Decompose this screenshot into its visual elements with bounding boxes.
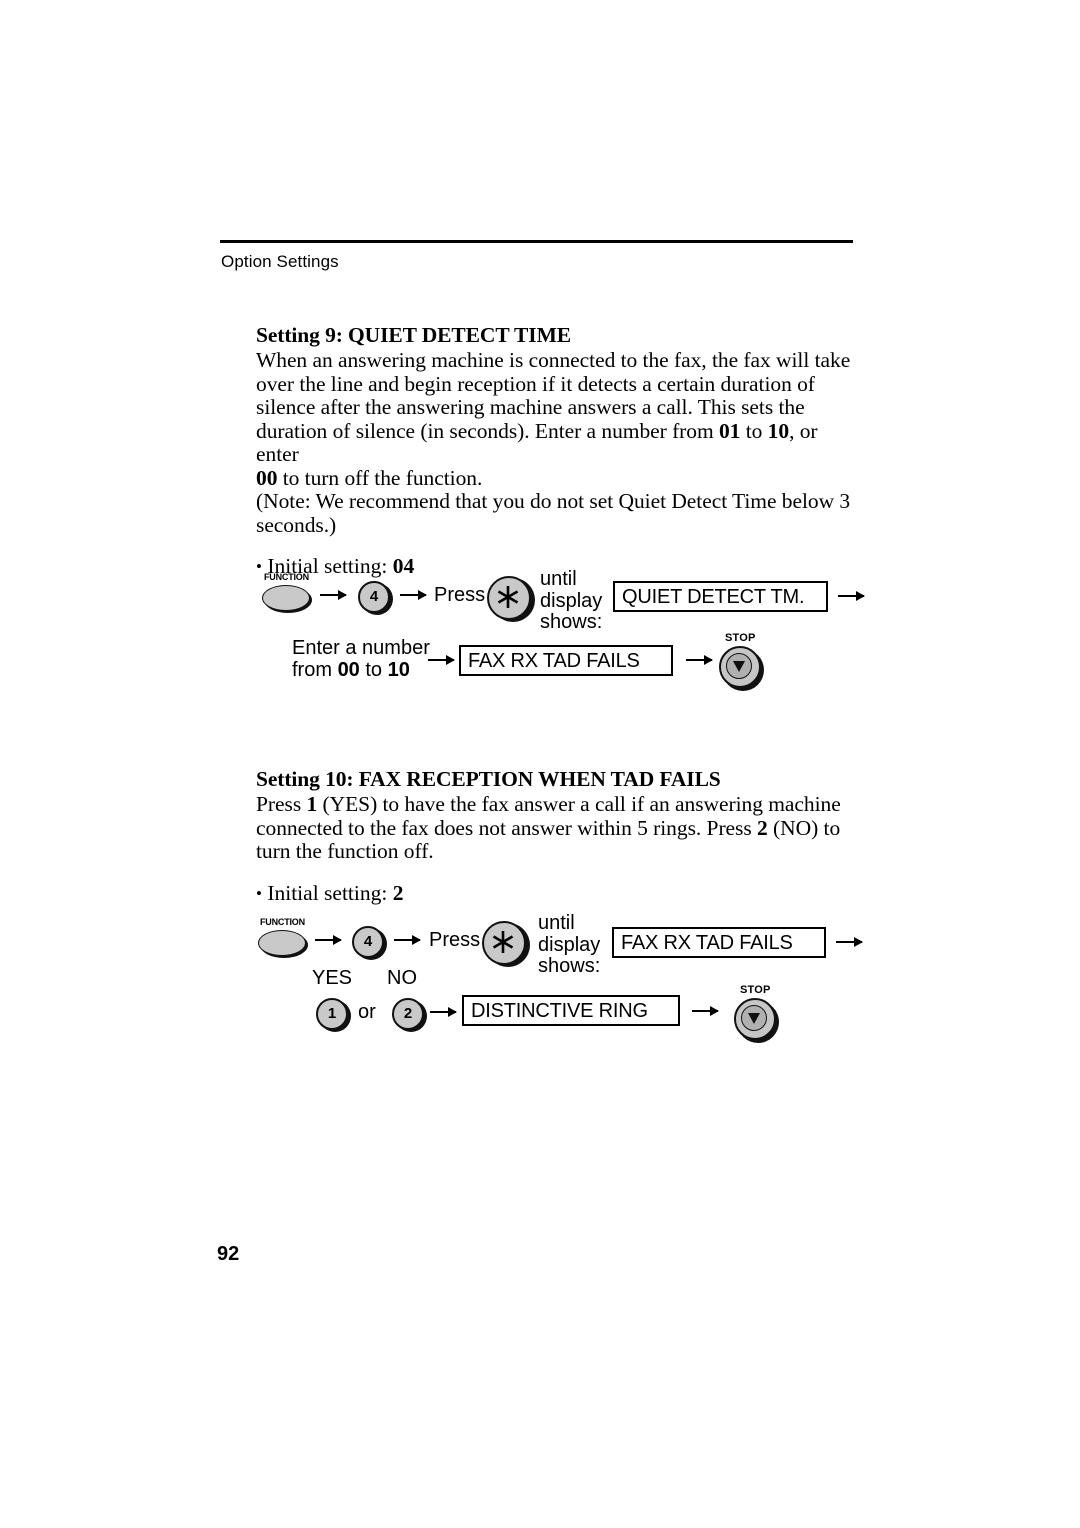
- asterisk-icon: [492, 931, 514, 953]
- arrow-2-b: [394, 935, 421, 945]
- enter-number-max: 10: [387, 658, 410, 681]
- stop-triangle-icon: [733, 661, 745, 672]
- arrow-1-b: [400, 590, 427, 600]
- no-label: NO: [387, 967, 417, 989]
- running-head: Option Settings: [221, 252, 339, 271]
- arrow-1-e: [686, 655, 713, 665]
- section-10-initial-setting-value: 2: [392, 880, 404, 905]
- arrow-2-a: [315, 935, 342, 945]
- lcd-display-fax-rx-tad-fails-proc1: FAX RX TAD FAILS: [459, 645, 673, 676]
- function-key-label: FUNCTION: [260, 917, 305, 927]
- or-label: or: [358, 1001, 376, 1023]
- numeric-key-2-no[interactable]: 2: [392, 998, 424, 1030]
- stop-key-inner-circle: [741, 1005, 767, 1031]
- until-display-shows-proc2: until display shows:: [538, 912, 601, 978]
- arrow-1-c: [838, 591, 865, 601]
- until-display-shows-proc1: until display shows:: [540, 568, 603, 634]
- lcd-display-quiet-detect-tm: QUIET DETECT TM.: [613, 581, 828, 612]
- lcd-display-fax-rx-tad-fails-proc2: FAX RX TAD FAILS: [612, 927, 826, 958]
- enter-number-instruction-proc1: Enter a number from 00 to 10: [292, 637, 430, 681]
- until-line-3: shows:: [538, 955, 601, 977]
- until-line-2: display: [540, 589, 603, 612]
- function-key-oval: [258, 930, 306, 956]
- section-10-initial-setting-label: Initial setting:: [267, 880, 388, 905]
- section-9-line-5: 00 to turn off the function.: [256, 465, 856, 491]
- stop-key-disc: [734, 998, 776, 1040]
- section-9-line-4: duration of silence (in seconds). Enter …: [256, 418, 856, 467]
- until-line-3: shows:: [540, 611, 603, 633]
- stop-key-disc: [719, 646, 761, 688]
- stop-key-label: STOP: [740, 984, 771, 996]
- arrow-1-d: [428, 655, 455, 665]
- section-9-text-block: Setting 9: QUIET DETECT TIME When an ans…: [256, 322, 856, 579]
- asterisk-icon: [497, 586, 519, 608]
- enter-number-from-word: from: [292, 658, 338, 681]
- numeric-key-4-proc2[interactable]: 4: [352, 926, 384, 958]
- section-9-line-6: (Note: We recommend that you do not set …: [256, 489, 851, 513]
- enter-number-line-2: from 00 to 10: [292, 659, 410, 681]
- enter-number-line-1: Enter a number: [292, 637, 430, 659]
- bullet-dot: •: [256, 557, 262, 576]
- stop-key-label: STOP: [725, 632, 756, 644]
- function-key-oval: [262, 585, 310, 611]
- section-9-line-3: silence after the answering machine answ…: [256, 395, 805, 419]
- until-line-2: display: [538, 933, 601, 956]
- stop-triangle-icon: [748, 1013, 760, 1024]
- yes-label: YES: [312, 967, 353, 989]
- section-9-heading: Setting 9: QUIET DETECT TIME: [256, 323, 571, 347]
- star-key-proc2[interactable]: [482, 921, 526, 965]
- stop-key-inner-circle: [726, 653, 752, 679]
- lcd-display-distinctive-ring: DISTINCTIVE RING: [462, 995, 680, 1026]
- arrow-1-a: [320, 590, 347, 600]
- section-10-line-2: connected to the fax does not answer wit…: [256, 815, 841, 840]
- section-9-initial-setting-value: 04: [392, 554, 415, 578]
- enter-number-min: 00: [337, 658, 360, 681]
- press-label-proc1: Press: [434, 584, 486, 606]
- star-key-proc1[interactable]: [487, 576, 531, 620]
- procedure-diagram-2: FUNCTION 4 Press until display shows: FA…: [0, 0, 1080, 1528]
- section-10-line-1: Press 1 (YES) to have the fax answer a c…: [256, 792, 841, 816]
- section-10-line-3: turn the function off.: [256, 839, 434, 863]
- section-9-line-2: over the line and begin reception if it …: [256, 371, 815, 396]
- numeric-key-1-yes[interactable]: 1: [316, 998, 348, 1030]
- section-9-line-7: seconds.): [256, 512, 337, 537]
- arrow-2-d: [430, 1007, 457, 1017]
- section-9-line-5-text: 00 to turn off the function.: [256, 465, 483, 490]
- section-9-line-1: When an answering machine is connected t…: [256, 348, 851, 372]
- procedure-diagram-1: FUNCTION 4 Press until display shows: QU…: [0, 0, 1080, 1528]
- numeric-key-4-proc1[interactable]: 4: [358, 581, 390, 613]
- page-number: 92: [217, 1243, 240, 1265]
- press-label-proc2: Press: [429, 929, 481, 951]
- arrow-2-e: [692, 1006, 719, 1016]
- until-line-1: until: [538, 912, 575, 934]
- arrow-2-c: [836, 937, 863, 947]
- header-rule: [220, 240, 853, 243]
- bullet-dot: •: [256, 883, 262, 903]
- section-10-heading: Setting 10: FAX RECEPTION WHEN TAD FAILS: [256, 767, 721, 791]
- section-10-initial-setting: • Initial setting: 2: [256, 880, 856, 906]
- section-10-text-block: Setting 10: FAX RECEPTION WHEN TAD FAILS…: [256, 766, 856, 905]
- section-9-initial-setting: • Initial setting: 04: [256, 554, 856, 579]
- function-key-label: FUNCTION: [264, 572, 309, 582]
- section-9-line-4-text: duration of silence (in seconds). Enter …: [256, 418, 818, 466]
- enter-number-to-word: to: [359, 658, 388, 681]
